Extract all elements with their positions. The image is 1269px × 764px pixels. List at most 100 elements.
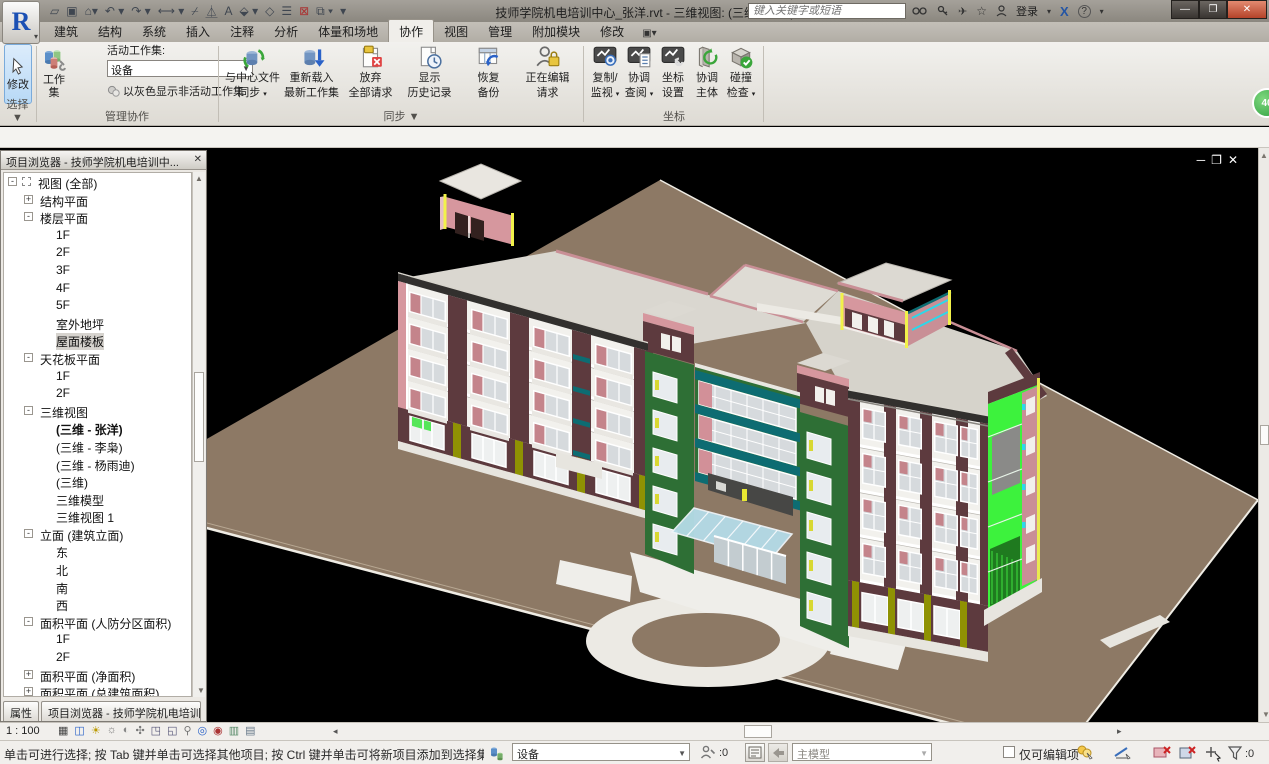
save-icon[interactable]: ▣ [66, 4, 77, 18]
tree-item[interactable]: (三维 - 李枭) [4, 437, 191, 455]
active-workset-status-select[interactable]: 设备▼ [512, 743, 690, 761]
expand-icon[interactable]: + [24, 687, 33, 696]
coordinate-panel-label[interactable]: 坐标 [586, 108, 762, 124]
view-close-icon[interactable]: ✕ [1228, 153, 1244, 167]
render-icon[interactable]: ✣ [135, 724, 144, 737]
collapse-icon[interactable]: - [8, 177, 17, 186]
tree-item[interactable]: 室外地坪 [4, 314, 191, 332]
coordination-host-button[interactable]: 协调主体 [690, 44, 724, 100]
isolate-icon[interactable]: ◎ [198, 724, 208, 737]
default-3d-view-icon[interactable]: ⬙ ▾ [240, 4, 259, 18]
view-minimize-icon[interactable]: ─ [1197, 153, 1212, 167]
modify-contextual-icon[interactable]: ▣▾ [634, 25, 664, 42]
communication-center-badge[interactable]: 40 [1252, 88, 1269, 118]
add-to-set-icon[interactable] [768, 743, 788, 762]
ribbon-tab-视图[interactable]: 视图 [434, 20, 478, 42]
tree-scrollbar[interactable]: ▲ ▼ [192, 172, 205, 697]
project-browser-title[interactable]: 项目浏览器 - 技师学院机电培训中... [1, 151, 206, 170]
project-browser-tab[interactable]: 项目浏览器 - 技师学院机电培训... [41, 701, 201, 721]
reveal-constraints-icon[interactable] [1113, 744, 1133, 762]
help-icon[interactable]: ? [1078, 5, 1091, 18]
interference-check-button[interactable]: 碰撞检查 ▾ [724, 44, 758, 101]
reveal-hidden-icon[interactable] [1152, 744, 1174, 762]
coordination-settings-button[interactable]: 坐标设置 [656, 44, 690, 100]
tree-item[interactable]: 1F [4, 367, 191, 385]
tree-item[interactable]: -楼层平面 [4, 208, 191, 226]
open-icon[interactable]: ▱ [50, 4, 59, 18]
tree-item[interactable]: -天花板平面 [4, 349, 191, 367]
tree-item[interactable]: 2F [4, 384, 191, 402]
tree-item[interactable]: 2F [4, 243, 191, 261]
collapse-icon[interactable]: - [24, 529, 33, 538]
select-toggle-icon[interactable] [1203, 744, 1223, 762]
ribbon-tab-体量和场地[interactable]: 体量和场地 [308, 20, 388, 42]
synchronize-panel-label[interactable]: 同步 ▼ [221, 108, 582, 124]
search-input[interactable] [748, 3, 906, 19]
design-options-icon[interactable] [745, 743, 765, 762]
modify-button[interactable]: 修改 [4, 44, 32, 104]
tree-item[interactable]: 北 [4, 560, 191, 578]
tree-item[interactable]: 屋面楼板 [4, 331, 191, 349]
view-scale-button[interactable]: 1 : 100 [6, 725, 40, 737]
application-menu-button[interactable]: R ▾ [2, 1, 40, 44]
chevron-down-icon[interactable]: ▾ [1047, 7, 1051, 16]
tree-item[interactable]: -三维视图 [4, 402, 191, 420]
tree-item[interactable]: (三维 - 杨雨迪) [4, 455, 191, 473]
communication-icon[interactable]: ✈ [958, 5, 967, 18]
help-chevron-icon[interactable]: ▾ [1100, 7, 1104, 16]
lock-view-icon[interactable]: ⚲ [183, 724, 191, 737]
worksharing-display-icon[interactable] [1075, 744, 1095, 762]
ribbon-tab-结构[interactable]: 结构 [88, 20, 132, 42]
collapse-icon[interactable]: - [24, 212, 33, 221]
project-browser-close-icon[interactable]: ✕ [194, 154, 202, 165]
worksharing-icon[interactable]: ▥ [229, 724, 239, 737]
crop-region-icon[interactable]: ◱ [167, 724, 177, 737]
ribbon-tab-附加模块[interactable]: 附加模块 [522, 20, 590, 42]
crop-view-icon[interactable]: ◳ [151, 724, 161, 737]
detail-level-icon[interactable]: ▦ [58, 724, 68, 737]
hscroll-right-icon[interactable]: ▸ [1117, 726, 1122, 737]
close-button[interactable]: ✕ [1227, 0, 1267, 19]
sync-central-button[interactable]: 与中心文件同步 ▾ [223, 44, 282, 101]
shadows-icon[interactable]: ☼ [107, 724, 117, 737]
tree-item[interactable]: 1F [4, 226, 191, 244]
ribbon-tab-管理[interactable]: 管理 [478, 20, 522, 42]
filter-icon[interactable] [1227, 745, 1243, 761]
tree-item[interactable]: 三维模型 [4, 490, 191, 508]
scroll-up-icon[interactable]: ▲ [1259, 151, 1269, 160]
copy-monitor-button[interactable]: 复制/监视 ▾ [588, 44, 622, 101]
editing-requests-button[interactable]: 正在编辑请求 [518, 44, 577, 100]
worksets-button[interactable]: 工作集 [39, 46, 69, 100]
tree-scroll-down-icon[interactable]: ▼ [197, 686, 205, 695]
measure-icon[interactable]: ⟷ ▾ [158, 4, 185, 18]
sun-path-icon[interactable]: ☀ [91, 724, 101, 737]
manage-collaboration-panel-label[interactable]: 管理协作 [37, 108, 217, 124]
sign-in-label[interactable]: 登录 [1016, 3, 1038, 19]
temporary-view-icon[interactable] [1178, 744, 1198, 762]
tree-item[interactable]: -视图 (全部) [4, 173, 191, 191]
tree-item[interactable]: +面积平面 (净面积) [4, 666, 191, 684]
tree-item[interactable]: 三维视图 1 [4, 507, 191, 525]
tag-icon[interactable]: ⏅ [205, 3, 217, 20]
worksets-status-icon[interactable] [488, 744, 506, 762]
reveal-icon[interactable]: ◉ [213, 724, 223, 737]
tree-scroll-up-icon[interactable]: ▲ [193, 174, 205, 183]
history-button[interactable]: 显示历史记录 [400, 44, 459, 100]
sync-icon[interactable]: ⌂▾ [85, 4, 98, 18]
redo-icon[interactable]: ↷ ▾ [131, 4, 150, 18]
tree-item[interactable]: +结构平面 [4, 191, 191, 209]
restore-backup-button[interactable]: 恢复备份 [459, 44, 518, 100]
aligned-dimension-icon[interactable]: ⌿ [191, 4, 198, 19]
collapse-icon[interactable]: - [24, 353, 33, 362]
restore-button[interactable]: ❐ [1199, 0, 1227, 19]
subscription-icon[interactable] [937, 5, 949, 17]
hscroll-left-icon[interactable]: ◂ [333, 726, 338, 737]
reload-latest-button[interactable]: 重新载入最新工作集 [282, 44, 341, 100]
editing-requests-status-icon[interactable] [700, 745, 716, 761]
undo-icon[interactable]: ↶ ▾ [105, 4, 124, 18]
ribbon-tab-修改[interactable]: 修改 [590, 20, 634, 42]
tree-item[interactable]: 5F [4, 296, 191, 314]
section-icon[interactable]: ◇ [265, 4, 274, 18]
tree-item[interactable]: -立面 (建筑立面) [4, 525, 191, 543]
tree-item[interactable]: -面积平面 (人防分区面积) [4, 613, 191, 631]
